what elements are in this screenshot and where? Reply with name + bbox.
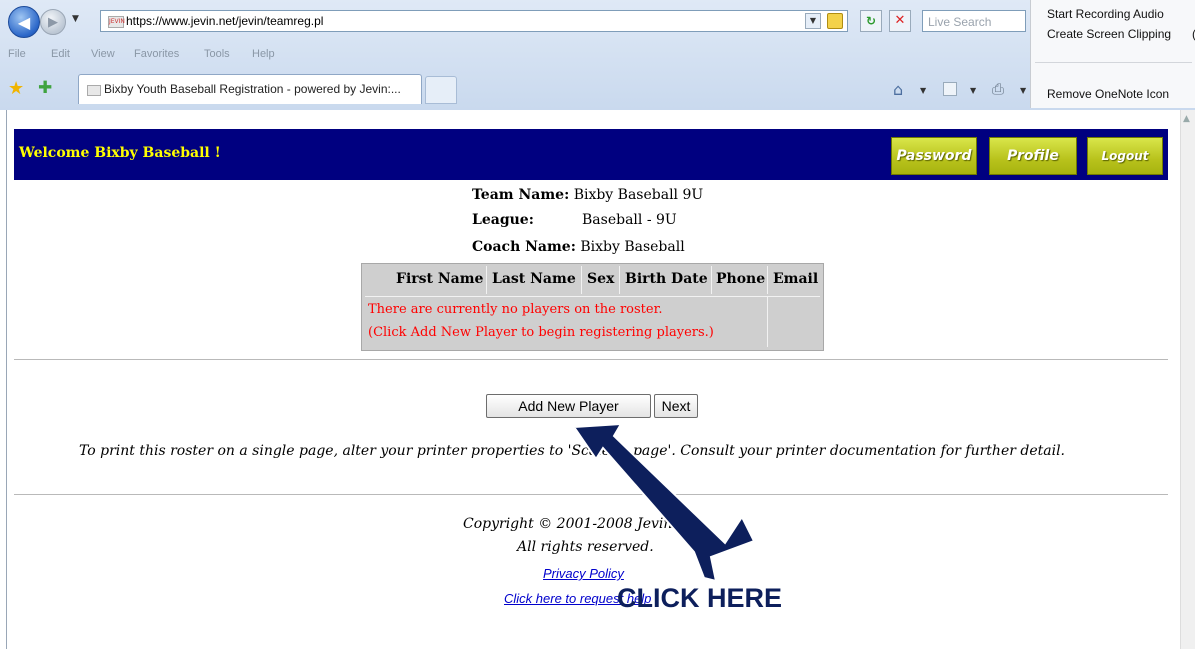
team-name-row: Team Name: Bixby Baseball 9U — [472, 187, 703, 203]
print-instructions: To print this roster on a single page, a… — [79, 443, 1065, 459]
col-birth-date: Birth Date — [625, 271, 708, 287]
home-icon[interactable]: ⌂ — [893, 80, 903, 99]
league-value: Baseball - 9U — [582, 212, 677, 228]
add-new-player-button[interactable]: Add New Player — [486, 394, 651, 418]
frame-border — [6, 110, 7, 649]
menu-item-start-recording-audio[interactable]: Start Recording Audio — [1047, 7, 1164, 21]
privacy-policy-link[interactable]: Privacy Policy — [543, 566, 624, 581]
back-arrow-icon: ◀ — [17, 12, 31, 32]
password-button[interactable]: Password — [891, 137, 977, 175]
tab-favicon-icon — [87, 85, 101, 96]
col-divider — [581, 266, 582, 294]
address-url[interactable]: https://www.jevin.net/jevin/teamreg.pl — [126, 14, 323, 28]
menu-view[interactable]: View — [91, 48, 115, 60]
favorites-star-icon[interactable]: ★ — [8, 78, 24, 99]
coach-row: Coach Name: Bixby Baseball — [472, 239, 685, 255]
divider — [14, 359, 1168, 360]
forward-arrow-icon: ▶ — [48, 14, 58, 30]
menu-help[interactable]: Help — [252, 48, 275, 60]
next-button[interactable]: Next — [654, 394, 698, 418]
coach-name-value: Bixby Baseball — [580, 239, 685, 255]
add-favorites-icon[interactable]: ✚ — [38, 78, 52, 98]
print-icon[interactable]: ⎙ — [992, 80, 1004, 98]
logout-button[interactable]: Logout — [1087, 137, 1163, 175]
history-dropdown-icon[interactable]: ▼ — [72, 14, 79, 24]
col-divider — [619, 266, 620, 294]
col-divider — [711, 266, 712, 294]
site-favicon-icon: JEVIN — [108, 16, 125, 28]
col-sex: Sex — [587, 271, 615, 287]
empty-roster-hint: (Click Add New Player to begin registeri… — [368, 325, 714, 340]
divider — [14, 494, 1168, 495]
menu-file[interactable]: File — [8, 48, 26, 60]
site-header: Welcome Bixby Baseball ! Password Profil… — [14, 129, 1168, 180]
row-divider — [365, 296, 820, 297]
col-first-name: First Name — [396, 271, 484, 287]
context-menu: Start Recording Audio Create Screen Clip… — [1030, 0, 1195, 108]
coach-name-label: Coach Name: — [472, 239, 576, 255]
address-dropdown-icon[interactable]: ▼ — [805, 13, 821, 29]
tab-active[interactable]: Bixby Youth Baseball Registration - powe… — [78, 74, 422, 104]
address-bar[interactable]: JEVIN https://www.jevin.net/jevin/teamre… — [100, 10, 848, 32]
print-dropdown-icon[interactable]: ▼ — [1020, 86, 1026, 95]
scroll-up-icon[interactable]: ▲ — [1183, 114, 1190, 124]
forward-button[interactable]: ▶ — [40, 9, 66, 35]
page-content: ▲ Welcome Bixby Baseball ! Password Prof… — [0, 110, 1195, 649]
col-divider — [486, 266, 487, 294]
rights-text: All rights reserved. — [517, 539, 654, 555]
back-button[interactable]: ◀ — [8, 6, 40, 38]
menu-favorites[interactable]: Favorites — [134, 48, 179, 60]
stop-icon[interactable]: ✕ — [889, 10, 911, 32]
col-last-name: Last Name — [492, 271, 576, 287]
copyright-text: Copyright © 2001-2008 Jevin — [463, 516, 673, 532]
menu-separator — [1035, 62, 1192, 63]
league-row: League: Baseball - 9U — [472, 212, 677, 228]
browser-chrome: ◀ ▶ ▼ JEVIN https://www.jevin.net/jevin/… — [0, 0, 1195, 110]
menu-edit[interactable]: Edit — [51, 48, 70, 60]
search-input[interactable]: Live Search — [922, 10, 1026, 32]
empty-roster-message: There are currently no players on the ro… — [368, 302, 663, 317]
menu-item-create-screen-clipping[interactable]: Create Screen Clipping — [1047, 27, 1171, 41]
league-label: League: — [472, 212, 534, 228]
welcome-message: Welcome Bixby Baseball ! — [19, 145, 221, 161]
search-placeholder: Live Search — [928, 15, 992, 29]
tab-title: Bixby Youth Baseball Registration - powe… — [104, 82, 401, 96]
col-divider — [767, 266, 768, 294]
refresh-icon[interactable]: ↻ — [860, 10, 882, 32]
new-tab-button[interactable] — [425, 76, 457, 104]
profile-button[interactable]: Profile — [989, 137, 1077, 175]
col-email: Email — [773, 271, 819, 287]
team-name-label: Team Name: — [472, 187, 570, 203]
menu-tools[interactable]: Tools — [204, 48, 230, 60]
col-divider — [767, 297, 768, 347]
lock-icon[interactable] — [827, 13, 843, 29]
home-dropdown-icon[interactable]: ▼ — [920, 86, 926, 95]
feeds-dropdown-icon[interactable]: ▼ — [970, 86, 976, 95]
feeds-icon[interactable] — [943, 82, 957, 96]
team-name-value: Bixby Baseball 9U — [573, 187, 704, 203]
click-here-label: CLICK HERE — [617, 583, 783, 613]
col-phone: Phone — [716, 271, 766, 287]
roster-table: First Name Last Name Sex Birth Date Phon… — [361, 263, 824, 351]
menu-item-remove-onenote-icon[interactable]: Remove OneNote Icon — [1047, 87, 1169, 101]
vertical-scrollbar[interactable]: ▲ — [1180, 110, 1195, 649]
